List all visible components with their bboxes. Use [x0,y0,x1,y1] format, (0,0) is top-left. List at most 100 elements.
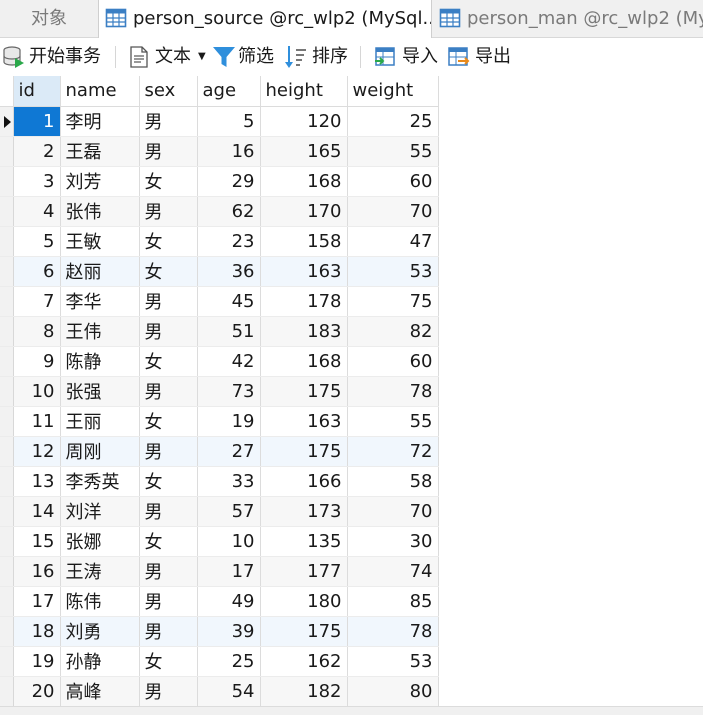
cell-sex[interactable]: 男 [139,136,198,167]
export-button[interactable]: 导出 [446,38,514,76]
cell-sex[interactable]: 女 [139,166,198,197]
cell-id[interactable]: 8 [13,316,61,347]
cell-age[interactable]: 73 [197,376,261,407]
cell-height[interactable]: 165 [260,136,348,167]
cell-weight[interactable]: 53 [347,646,439,677]
cell-name[interactable]: 刘洋 [60,496,140,527]
sort-button[interactable]: 排序 [284,38,352,76]
cell-sex[interactable]: 男 [139,556,198,587]
cell-weight[interactable]: 53 [347,256,439,287]
cell-name[interactable]: 张强 [60,376,140,407]
cell-age[interactable]: 54 [197,676,261,707]
cell-name[interactable]: 王磊 [60,136,140,167]
column-header-id[interactable]: id [13,76,61,107]
row-indicator[interactable] [0,466,14,497]
cell-sex[interactable]: 男 [139,106,198,137]
import-button[interactable]: 导入 [373,38,441,76]
cell-height[interactable]: 177 [260,556,348,587]
cell-weight[interactable]: 78 [347,616,439,647]
table-row[interactable]: 20 高峰男 54 182 80 [0,676,439,707]
cell-weight[interactable]: 47 [347,226,439,257]
cell-height[interactable]: 163 [260,256,348,287]
cell-age[interactable]: 57 [197,496,261,527]
row-indicator[interactable] [0,286,14,317]
cell-id[interactable]: 14 [13,496,61,527]
cell-name[interactable]: 陈静 [60,346,140,377]
row-indicator[interactable] [0,586,14,617]
table-row[interactable]: 14 刘洋男 57 173 70 [0,496,439,527]
cell-id[interactable]: 17 [13,586,61,617]
cell-name[interactable]: 刘勇 [60,616,140,647]
table-row[interactable]: 10 张强男 73 175 78 [0,376,439,407]
cell-sex[interactable]: 男 [139,676,198,707]
cell-height[interactable]: 158 [260,226,348,257]
column-header-weight[interactable]: weight [347,76,439,107]
table-row[interactable]: 2 王磊男 16 165 55 [0,136,439,167]
cell-height[interactable]: 182 [260,676,348,707]
cell-sex[interactable]: 女 [139,646,198,677]
cell-id[interactable]: 3 [13,166,61,197]
column-header-sex[interactable]: sex [139,76,198,107]
tab-person-man[interactable]: person_man @rc_wlp2 (MyS [433,0,703,38]
cell-weight[interactable]: 75 [347,286,439,317]
table-row[interactable]: 16 王涛男 17 177 74 [0,556,439,587]
cell-name[interactable]: 陈伟 [60,586,140,617]
cell-id[interactable]: 19 [13,646,61,677]
cell-sex[interactable]: 男 [139,286,198,317]
cell-id[interactable]: 7 [13,286,61,317]
cell-name[interactable]: 孙静 [60,646,140,677]
cell-height[interactable]: 183 [260,316,348,347]
cell-height[interactable]: 135 [260,526,348,557]
cell-age[interactable]: 27 [197,436,261,467]
cell-id[interactable]: 1 [13,106,61,137]
cell-weight[interactable]: 55 [347,406,439,437]
row-indicator[interactable] [0,376,14,407]
column-header-height[interactable]: height [260,76,348,107]
text-button[interactable]: 文本 ▼ [128,38,208,76]
cell-age[interactable]: 10 [197,526,261,557]
cell-weight[interactable]: 55 [347,136,439,167]
cell-weight[interactable]: 82 [347,316,439,347]
cell-weight[interactable]: 70 [347,496,439,527]
row-indicator[interactable] [0,646,14,677]
column-header-name[interactable]: name [60,76,140,107]
cell-age[interactable]: 29 [197,166,261,197]
cell-weight[interactable]: 85 [347,586,439,617]
cell-sex[interactable]: 女 [139,256,198,287]
cell-id[interactable]: 10 [13,376,61,407]
table-row[interactable]: 19 孙静女 25 162 53 [0,646,439,677]
cell-height[interactable]: 168 [260,166,348,197]
cell-height[interactable]: 175 [260,616,348,647]
cell-name[interactable]: 赵丽 [60,256,140,287]
cell-name[interactable]: 张娜 [60,526,140,557]
cell-name[interactable]: 王涛 [60,556,140,587]
row-indicator[interactable] [0,496,14,527]
cell-weight[interactable]: 72 [347,436,439,467]
cell-name[interactable]: 王伟 [60,316,140,347]
cell-age[interactable]: 42 [197,346,261,377]
cell-height[interactable]: 175 [260,436,348,467]
cell-weight[interactable]: 78 [347,376,439,407]
cell-id[interactable]: 13 [13,466,61,497]
cell-height[interactable]: 168 [260,346,348,377]
cell-weight[interactable]: 60 [347,166,439,197]
cell-name[interactable]: 王丽 [60,406,140,437]
table-row[interactable]: 11 王丽女 19 163 55 [0,406,439,437]
cell-age[interactable]: 17 [197,556,261,587]
cell-id[interactable]: 15 [13,526,61,557]
cell-sex[interactable]: 男 [139,376,198,407]
row-indicator[interactable] [0,106,14,137]
cell-name[interactable]: 李华 [60,286,140,317]
cell-height[interactable]: 175 [260,376,348,407]
cell-weight[interactable]: 25 [347,106,439,137]
tab-objects[interactable]: 对象 [0,0,98,38]
cell-weight[interactable]: 70 [347,196,439,227]
cell-name[interactable]: 刘芳 [60,166,140,197]
cell-sex[interactable]: 女 [139,226,198,257]
table-row[interactable]: 17 陈伟男 49 180 85 [0,586,439,617]
row-indicator[interactable] [0,676,14,707]
cell-weight[interactable]: 30 [347,526,439,557]
cell-id[interactable]: 4 [13,196,61,227]
row-indicator[interactable] [0,136,14,167]
cell-id[interactable]: 12 [13,436,61,467]
